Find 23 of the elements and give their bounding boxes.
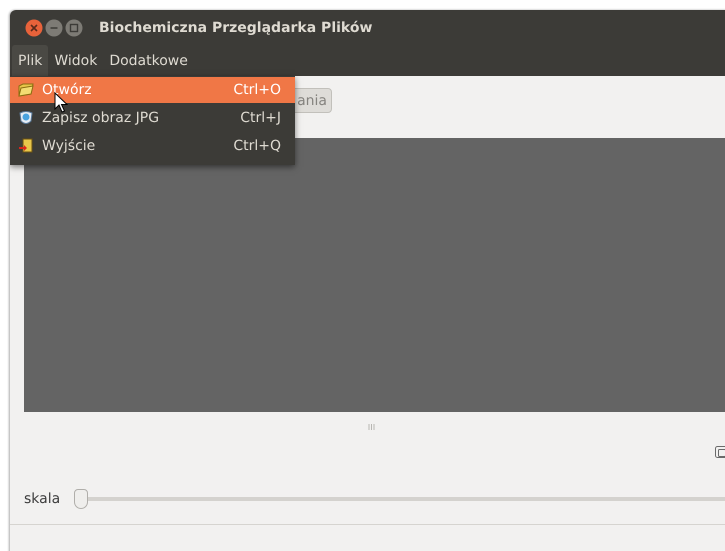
exit-icon: [18, 138, 34, 154]
grip-icon[interactable]: [368, 424, 374, 430]
shortcut-label: Ctrl+O: [233, 82, 281, 98]
menu-item[interactable]: Plik: [12, 45, 48, 76]
shortcut-label: Ctrl+Q: [233, 138, 281, 154]
shortcut-label: Ctrl+J: [240, 110, 281, 126]
scale-slider[interactable]: [74, 489, 725, 509]
close-icon[interactable]: [25, 18, 43, 36]
maximize-icon[interactable]: [65, 18, 83, 36]
entry-label: Wyjście: [42, 138, 96, 154]
entry-label: Zapisz obraz JPG: [42, 110, 160, 126]
slider-label: skala: [24, 491, 60, 507]
menu-entry[interactable]: Wyjście Ctrl+Q: [10, 133, 295, 159]
window-title: Biochemiczna Przeglądarka Plików: [99, 20, 372, 36]
entry-label: Otwórz: [42, 82, 93, 98]
slider-thumb[interactable]: [74, 489, 88, 509]
menu-item[interactable]: Widok: [48, 45, 104, 76]
frame-icon[interactable]: [715, 446, 725, 458]
menu-item[interactable]: Dodatkowe: [103, 45, 194, 76]
folder-icon: [18, 82, 34, 98]
image-icon: [18, 110, 34, 126]
minimize-icon[interactable]: [45, 18, 63, 36]
menu-entry[interactable]: Zapisz obraz JPG Ctrl+J: [10, 105, 295, 131]
